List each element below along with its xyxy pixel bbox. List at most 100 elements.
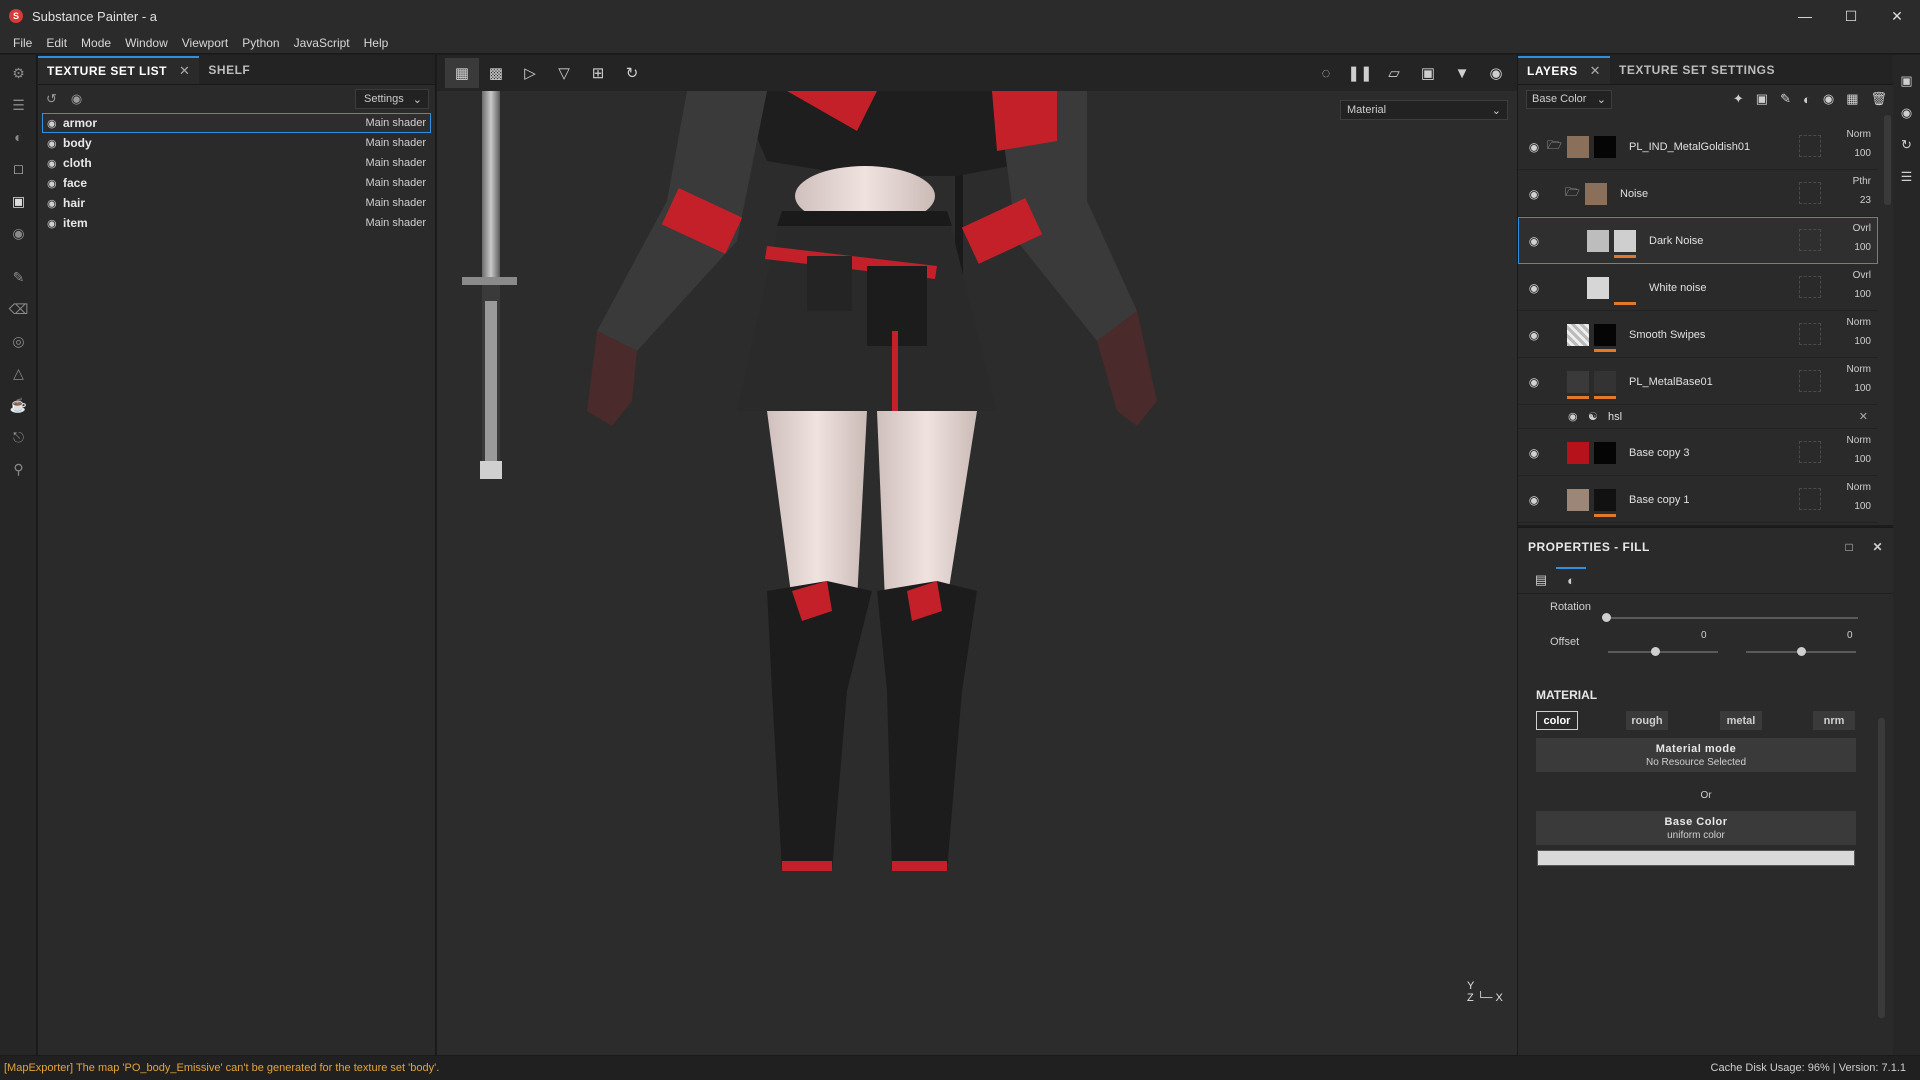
layer-opacity[interactable]: 100 (1854, 501, 1871, 512)
pause-icon[interactable]: ❚❚ (1343, 58, 1377, 88)
delete-icon[interactable]: 🗑 (1870, 91, 1887, 107)
stack-icon[interactable]: ☰ (0, 89, 37, 121)
add-folder-icon[interactable]: ▦ (1846, 91, 1858, 107)
eye-icon[interactable]: ◉ (1521, 281, 1547, 295)
shader-name[interactable]: Main shader (365, 157, 426, 169)
layer-opacity[interactable]: 100 (1854, 242, 1871, 253)
menu-file[interactable]: File (6, 36, 39, 50)
clone-stamp-icon[interactable]: ⎋ (0, 421, 37, 453)
layer-opacity[interactable]: 100 (1854, 148, 1871, 159)
close-icon[interactable]: ✕ (1872, 540, 1883, 554)
fill-settings-tab[interactable]: ▤ (1526, 567, 1556, 593)
minimize-button[interactable]: — (1782, 0, 1828, 32)
rotation-slider[interactable] (1608, 617, 1858, 619)
shader-name[interactable]: Main shader (365, 217, 426, 229)
history-icon[interactable]: ↻ (615, 58, 649, 88)
bake-icon[interactable]: ◉ (0, 217, 37, 249)
base-color-swatch[interactable] (1537, 850, 1855, 866)
menu-edit[interactable]: Edit (39, 36, 74, 50)
offset-x-slider-knob[interactable] (1651, 647, 1660, 656)
close-button[interactable]: ✕ (1874, 0, 1920, 32)
add-paint-layer-icon[interactable]: ✎ (1780, 91, 1791, 107)
layer-row[interactable]: ◉ PL_MetalBase01 Norm 100 (1518, 358, 1878, 405)
texture-set-row[interactable]: ◉ cloth Main shader (42, 153, 431, 173)
channel-nrm-toggle[interactable]: nrm (1813, 711, 1855, 730)
channel-rough-toggle[interactable]: rough (1626, 711, 1668, 730)
settings-dropdown[interactable]: Settings ⌄ (355, 89, 429, 109)
eye-icon[interactable]: ◉ (47, 117, 63, 130)
material-mode-slot[interactable]: Material mode No Resource Selected (1536, 738, 1856, 772)
grid-icon[interactable]: ▩ (479, 58, 513, 88)
menu-javascript[interactable]: JavaScript (287, 36, 357, 50)
mirror-y-icon[interactable]: ▽ (547, 58, 581, 88)
eye-icon[interactable]: ◉ (71, 91, 82, 107)
2d-view-icon[interactable]: ▱ (1377, 58, 1411, 88)
tab-texture-set-list[interactable]: TEXTURE SET LIST ✕ (38, 56, 200, 84)
close-icon[interactable]: ✕ (1590, 63, 1601, 79)
eye-icon[interactable]: ◉ (1521, 375, 1547, 389)
screenshot-icon[interactable]: ◉ (1479, 58, 1513, 88)
eye-icon[interactable]: ◉ (1521, 140, 1547, 154)
menu-mode[interactable]: Mode (74, 36, 118, 50)
eye-icon[interactable]: ◉ (47, 137, 63, 150)
eye-icon[interactable]: ◉ (1521, 493, 1547, 507)
shader-settings-icon[interactable]: ◉ (1893, 97, 1920, 129)
history-icon[interactable]: ↻ (1893, 129, 1920, 161)
camera-icon[interactable]: ▼ (1445, 58, 1479, 88)
layer-row[interactable]: ◉ White noise Ovrl 100 (1518, 264, 1878, 311)
add-smart-material-icon[interactable]: ◉ (1823, 91, 1834, 107)
shelf-icon[interactable]: ◐ (0, 121, 37, 153)
add-effect-icon[interactable]: ✦ (1733, 91, 1744, 107)
offset-y-value[interactable]: 0 (1847, 630, 1853, 641)
rotation-slider-knob[interactable] (1602, 613, 1611, 622)
viewport[interactable]: ▦ ▩ ▷ ▽ ⊞ ↻ ◌ ❚❚ ▱ ▣ ▼ ◉ Material ⌄ Y Z … (437, 55, 1517, 1055)
projection-icon[interactable]: ◎ (0, 325, 37, 357)
add-mask-icon[interactable]: ▣ (1756, 91, 1768, 107)
tab-texture-set-settings[interactable]: TEXTURE SET SETTINGS (1610, 56, 1784, 84)
paint-brush-icon[interactable]: ✎ (0, 261, 37, 293)
channel-dropdown[interactable]: Base Color ⌄ (1526, 89, 1612, 109)
texture-set-row[interactable]: ◉ hair Main shader (42, 193, 431, 213)
display-settings-icon[interactable]: ▣ (1893, 65, 1920, 97)
layer-row[interactable]: ◉ Base copy 3 Norm 100 (1518, 429, 1878, 476)
layer-row[interactable]: ◉ Base copy 1 Norm 100 (1518, 476, 1878, 523)
layer-opacity[interactable]: 100 (1854, 383, 1871, 394)
settings-gear-icon[interactable]: ⚙ (0, 57, 37, 89)
base-color-slot[interactable]: Base Color uniform color (1536, 811, 1856, 845)
menu-help[interactable]: Help (357, 36, 396, 50)
blend-mode[interactable]: Pthr (1853, 176, 1871, 187)
polygon-fill-icon[interactable]: △ (0, 357, 37, 389)
menu-python[interactable]: Python (235, 36, 286, 50)
blend-mode[interactable]: Norm (1847, 129, 1871, 140)
layer-row[interactable]: ◉ Smooth Swipes Norm 100 (1518, 311, 1878, 358)
blend-mode[interactable]: Ovrl (1853, 270, 1871, 281)
layer-opacity[interactable]: 23 (1860, 195, 1871, 206)
texture-set-row[interactable]: ◉ item Main shader (42, 213, 431, 233)
offset-x-value[interactable]: 0 (1701, 630, 1707, 641)
eye-icon[interactable]: ◉ (1521, 328, 1547, 342)
properties-scrollbar[interactable] (1878, 718, 1885, 1018)
layer-row[interactable]: ◉ 🗁 PL_IND_MetalGoldish01 Norm 100 (1518, 123, 1878, 170)
eye-icon[interactable]: ◉ (47, 157, 63, 170)
menu-window[interactable]: Window (118, 36, 175, 50)
layer-opacity[interactable]: 100 (1854, 454, 1871, 465)
material-tab[interactable]: ◐ (1556, 566, 1586, 593)
texture-set-row[interactable]: ◉ armor Main shader (42, 113, 431, 133)
blend-mode[interactable]: Norm (1847, 317, 1871, 328)
folder-icon[interactable]: 🗁 (1565, 183, 1585, 204)
shader-name[interactable]: Main shader (365, 177, 426, 189)
close-icon[interactable]: ✕ (1859, 410, 1868, 423)
texture-set-row[interactable]: ◉ body Main shader (42, 133, 431, 153)
layer-row[interactable]: ◉ 🗁 Noise Pthr 23 (1518, 170, 1878, 217)
smudge-icon[interactable]: ☕ (0, 389, 37, 421)
folder-icon[interactable]: 🗁 (1547, 136, 1567, 157)
layer-row[interactable]: ◉ Dark Noise Ovrl 100 (1518, 217, 1878, 264)
3d-view-icon[interactable]: ▣ (1411, 58, 1445, 88)
texture-set-row[interactable]: ◉ face Main shader (42, 173, 431, 193)
eye-icon[interactable]: ◉ (1521, 234, 1547, 248)
eye-icon[interactable]: ◉ (47, 217, 63, 230)
blend-mode[interactable]: Norm (1847, 364, 1871, 375)
mirror-x-icon[interactable]: ▷ (513, 58, 547, 88)
texture-set-icon[interactable]: ▣ (0, 185, 37, 217)
maximize-button[interactable]: ☐ (1828, 0, 1874, 32)
